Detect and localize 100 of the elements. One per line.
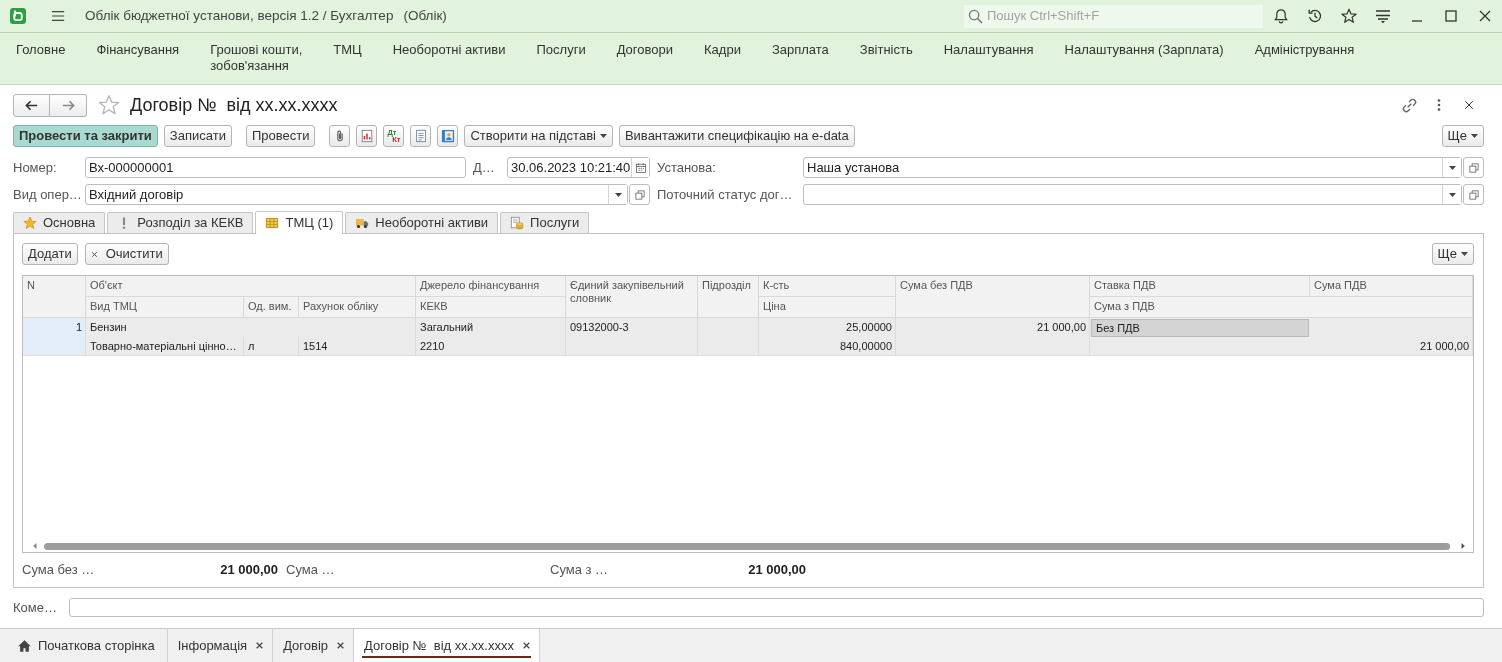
column-header: Сума ПДВ [1310, 276, 1473, 297]
total-label: Сума з … [550, 561, 609, 579]
table-cell: Бензин [86, 318, 416, 337]
favorite-star-icon[interactable] [98, 94, 120, 116]
select-field[interactable]: Наша установа [803, 157, 1462, 178]
clear-button[interactable]: Очистити [84, 243, 169, 265]
scrollbar-thumb[interactable] [44, 542, 1450, 550]
menu-item[interactable]: Договори [616, 42, 673, 58]
caret-icon [1471, 134, 1478, 138]
menu-item[interactable]: Кадри [704, 42, 741, 58]
star-icon[interactable] [1341, 8, 1357, 24]
contact-button[interactable] [437, 125, 459, 147]
column-header: Джерело фінансування [416, 276, 566, 297]
star-icon [23, 216, 37, 230]
document-button[interactable] [410, 125, 432, 147]
link-icon[interactable] [1400, 96, 1418, 114]
dropdown-button[interactable] [608, 185, 627, 204]
field-label: Номер: [13, 159, 58, 177]
menu-item[interactable]: Налаштування (Зарплата) [1064, 42, 1224, 58]
caret-icon [1461, 252, 1468, 256]
menu-item[interactable]: Адміністрування [1254, 42, 1355, 58]
table-cell: Загальний [416, 318, 566, 337]
close-icon[interactable] [255, 641, 265, 650]
contact-card-icon [440, 129, 455, 143]
tab[interactable]: Послуги [500, 212, 590, 233]
date-field[interactable]: 30.06.2023 10:21:40 [507, 157, 650, 178]
toolbar-button[interactable]: Вивантажити специфікацію на e-data [618, 125, 855, 147]
coins-icon [510, 216, 525, 230]
select-field[interactable] [803, 184, 1462, 205]
caret-icon [599, 134, 607, 138]
menu-item[interactable]: Фінансування [96, 42, 180, 58]
primary-button[interactable]: Провести та закрити [13, 125, 158, 147]
menu-dropdown-icon[interactable] [1375, 8, 1391, 24]
field-label: Д… [472, 159, 496, 177]
toolbar-button[interactable]: Записати [163, 125, 232, 147]
menu-item[interactable]: Налаштування [943, 42, 1034, 58]
menu-item[interactable]: Головне [16, 42, 66, 58]
column-header: Об'єкт [86, 276, 416, 297]
tab[interactable]: ТМЦ (1) [255, 211, 344, 234]
history-icon[interactable] [1307, 8, 1323, 24]
back-button[interactable] [13, 93, 50, 117]
comment-field[interactable] [69, 598, 1484, 617]
app-logo-icon[interactable] [10, 8, 26, 24]
menu-item[interactable]: Послуги [536, 42, 586, 58]
table-cell: 840,00000 [759, 337, 896, 355]
toolbar-button[interactable]: Провести [245, 125, 316, 147]
calendar-icon [634, 161, 647, 174]
column-header: К-сть [759, 276, 896, 297]
close-icon[interactable] [1477, 8, 1493, 24]
scroll-left-icon[interactable] [32, 543, 38, 549]
dropdown-button[interactable] [1442, 185, 1461, 204]
maximize-icon[interactable] [1443, 8, 1459, 24]
squares-icon [1467, 161, 1480, 174]
caret-icon [1448, 165, 1456, 170]
scroll-right-icon[interactable] [1460, 543, 1466, 549]
window-tab[interactable]: Інформація [167, 629, 274, 662]
menu-item[interactable]: ТМЦ [333, 42, 362, 58]
menu-icon[interactable] [50, 9, 66, 23]
home-icon [17, 638, 32, 653]
window-tab[interactable]: Початкова сторінка [0, 629, 168, 662]
squares-icon [633, 188, 646, 201]
search-icon [968, 8, 983, 24]
add-button[interactable]: Додати [22, 243, 78, 265]
notifications-icon[interactable] [1273, 8, 1289, 24]
field-label: Установа: [656, 159, 717, 177]
more-button[interactable]: Ще [1431, 243, 1474, 265]
dropdown-button[interactable] [1442, 158, 1461, 177]
table-cell: 1514 [299, 337, 416, 355]
table-icon [265, 216, 280, 230]
table-row[interactable]: 1 Бензин Загальний 09132000-3 25,00000 21 000,00 Без ПДВ Товарно-матеріальні цінно… л 1514 2210 840,00000 21 000,00 [23, 318, 1473, 356]
tab[interactable]: Основна [13, 212, 106, 233]
caret-icon [1448, 192, 1456, 197]
table-cell: 21 000,00 [1090, 337, 1473, 355]
caret-icon [614, 192, 622, 197]
forward-button[interactable] [50, 93, 87, 117]
field-label: Поточний статус дог… [656, 186, 794, 204]
report-button[interactable] [356, 125, 378, 147]
bar-chart-icon [359, 129, 374, 143]
attachment-button[interactable] [329, 125, 351, 147]
close-icon[interactable] [521, 641, 531, 650]
calendar-button[interactable] [631, 158, 649, 177]
menu-item[interactable]: Зарплата [771, 42, 829, 58]
form-title: Договір № від xx.xx.xxxx [130, 93, 338, 117]
table-cell: Товарно-матеріальні цінно… [86, 337, 244, 355]
total-value: 21 000,00 [748, 561, 806, 579]
select-field[interactable]: Вхідний договір [85, 184, 628, 205]
tab[interactable]: Розподіл за КЕКВ [107, 212, 254, 233]
menu-item[interactable]: Звітність [859, 42, 913, 58]
more-button[interactable]: Ще [1441, 125, 1484, 147]
close-icon[interactable] [1463, 99, 1475, 111]
table-cell: 21 000,00 [896, 318, 1090, 355]
window-tab[interactable]: Договір № від xx.xx.xxxx [354, 629, 540, 662]
close-icon[interactable] [336, 641, 346, 650]
tab[interactable]: Необоротні активи [345, 212, 499, 233]
menu-item[interactable]: Грошові кошти, зобов'язання [210, 42, 303, 74]
text-field[interactable]: Вх-000000001 [85, 157, 466, 178]
dropdown-button[interactable]: Створити на підставі [464, 125, 613, 147]
cross-icon [90, 250, 98, 258]
menu-item[interactable]: Необоротні активи [392, 42, 506, 58]
total-label: Сума … [286, 561, 335, 579]
